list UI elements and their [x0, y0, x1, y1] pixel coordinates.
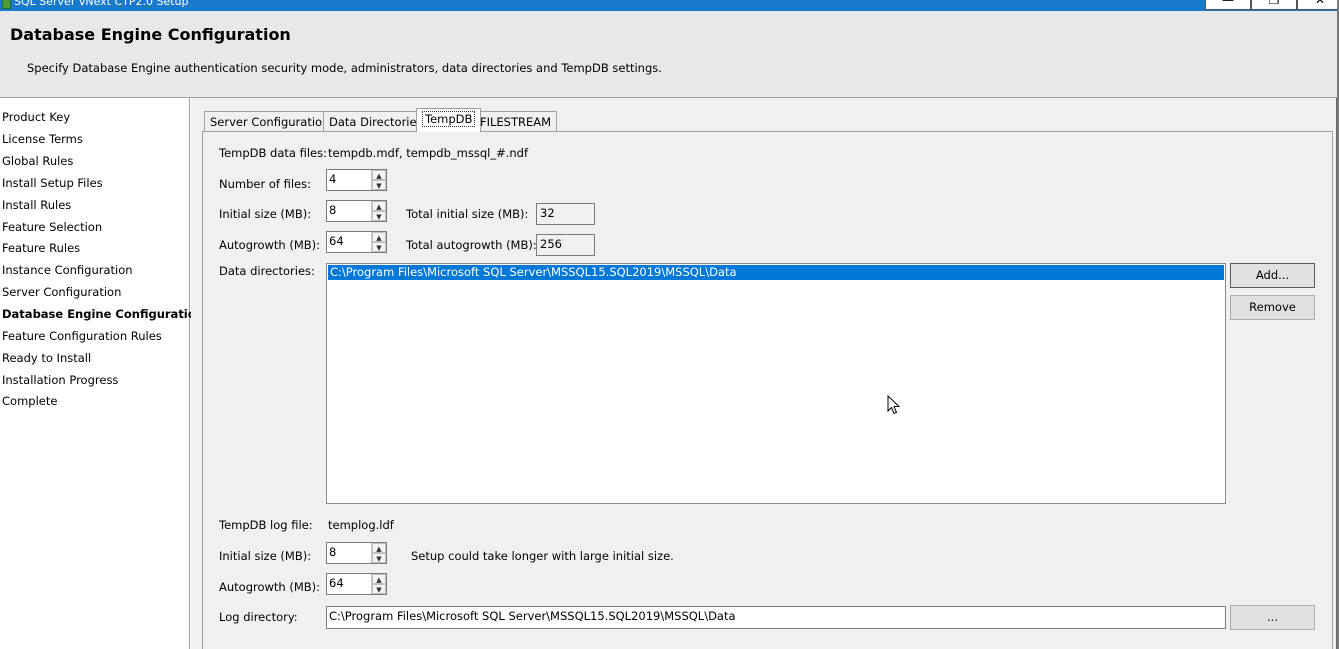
data-directories-label: Data directories: [219, 264, 315, 278]
restore-button[interactable]: ❐ [1251, 0, 1297, 10]
spin-down-icon[interactable]: ▼ [372, 553, 386, 563]
log-directory-label: Log directory: [219, 610, 298, 624]
spin-up-icon[interactable]: ▲ [372, 170, 386, 180]
app-icon [2, 0, 11, 9]
spinner-arrows: ▲ ▼ [371, 170, 386, 190]
log-size-warning: Setup could take longer with large initi… [411, 549, 674, 563]
list-item[interactable]: C:\Program Files\Microsoft SQL Server\MS… [328, 265, 1224, 280]
spin-down-icon[interactable]: ▼ [372, 584, 386, 594]
log-autogrowth-stepper[interactable]: 64 ▲ ▼ [326, 573, 387, 595]
step-ready-to-install[interactable]: Ready to Install [2, 351, 91, 365]
log-initial-size-label: Initial size (MB): [219, 549, 312, 563]
spin-up-icon[interactable]: ▲ [372, 232, 386, 242]
step-feature-selection[interactable]: Feature Selection [2, 220, 102, 234]
setup-steps-sidebar: Product Key License Terms Global Rules I… [0, 98, 204, 649]
step-install-rules[interactable]: Install Rules [2, 198, 71, 212]
step-complete[interactable]: Complete [2, 394, 57, 408]
tab-data-directories[interactable]: Data Directories [323, 111, 429, 132]
total-autogrowth-value: 256 [536, 234, 595, 256]
step-global-rules[interactable]: Global Rules [2, 154, 73, 168]
spin-down-icon[interactable]: ▼ [372, 180, 386, 190]
spinner-arrows: ▲ ▼ [371, 201, 386, 221]
initial-size-stepper[interactable]: 8 ▲ ▼ [326, 200, 387, 222]
minimize-button[interactable]: — [1205, 0, 1251, 10]
tab-label: FILESTREAM [480, 115, 552, 129]
autogrowth-stepper[interactable]: 64 ▲ ▼ [326, 231, 387, 253]
autogrowth-label: Autogrowth (MB): [219, 238, 321, 252]
step-instance-configuration[interactable]: Instance Configuration [2, 263, 133, 277]
close-button[interactable]: ✕ [1297, 0, 1339, 10]
number-of-files-stepper[interactable]: 4 ▲ ▼ [326, 169, 387, 191]
total-initial-size-value: 32 [536, 203, 595, 225]
log-autogrowth-label: Autogrowth (MB): [219, 580, 321, 594]
log-file-label: TempDB log file: [219, 518, 313, 532]
step-server-configuration[interactable]: Server Configuration [2, 285, 121, 299]
browse-log-directory-button[interactable]: ... [1230, 605, 1315, 630]
tab-label: Server Configuration [210, 115, 330, 129]
page-title: Database Engine Configuration [10, 25, 291, 44]
spinner-arrows: ▲ ▼ [371, 543, 386, 563]
tab-filestream[interactable]: FILESTREAM [474, 111, 558, 132]
spinner-arrows: ▲ ▼ [371, 574, 386, 594]
data-files-label: TempDB data files: [219, 146, 327, 160]
add-directory-button[interactable]: Add... [1230, 263, 1315, 288]
tab-tempdb[interactable]: TempDB [416, 108, 482, 132]
title-bar: SQL Server vNext CTP2.0 Setup — ❐ ✕ [0, 0, 1339, 11]
tab-label: TempDB [422, 111, 476, 127]
spin-up-icon[interactable]: ▲ [372, 543, 386, 553]
spinner-arrows: ▲ ▼ [371, 232, 386, 252]
step-feature-rules[interactable]: Feature Rules [2, 241, 80, 255]
step-install-setup-files[interactable]: Install Setup Files [2, 176, 103, 190]
log-initial-size-stepper[interactable]: 8 ▲ ▼ [326, 542, 387, 564]
step-database-engine-configuration[interactable]: Database Engine Configuration [2, 307, 204, 321]
log-file-value: templog.ldf [328, 518, 394, 532]
spin-up-icon[interactable]: ▲ [372, 574, 386, 584]
remove-directory-button[interactable]: Remove [1230, 295, 1315, 320]
autogrowth-value: 64 [329, 234, 344, 248]
spin-up-icon[interactable]: ▲ [372, 201, 386, 211]
total-autogrowth-label: Total autogrowth (MB): [406, 238, 537, 252]
step-product-key[interactable]: Product Key [2, 110, 70, 124]
total-initial-size-label: Total initial size (MB): [406, 207, 529, 221]
number-of-files-value: 4 [329, 172, 337, 186]
tab-server-configuration[interactable]: Server Configuration [204, 111, 336, 132]
window-title: SQL Server vNext CTP2.0 Setup [14, 0, 189, 8]
log-autogrowth-value: 64 [329, 576, 344, 590]
data-files-value: tempdb.mdf, tempdb_mssql_#.ndf [328, 146, 528, 160]
data-directories-list[interactable]: C:\Program Files\Microsoft SQL Server\MS… [326, 263, 1226, 504]
spin-down-icon[interactable]: ▼ [372, 211, 386, 221]
number-of-files-label: Number of files: [219, 177, 311, 191]
initial-size-value: 8 [329, 203, 337, 217]
spin-down-icon[interactable]: ▼ [372, 242, 386, 252]
step-installation-progress[interactable]: Installation Progress [2, 373, 118, 387]
mouse-cursor-icon [887, 395, 901, 415]
page-header: Database Engine Configuration Specify Da… [0, 11, 1339, 98]
initial-size-label: Initial size (MB): [219, 207, 312, 221]
log-initial-size-value: 8 [329, 545, 337, 559]
tab-label: Data Directories [329, 115, 423, 129]
step-feature-configuration-rules[interactable]: Feature Configuration Rules [2, 329, 162, 343]
page-subtitle: Specify Database Engine authentication s… [27, 61, 662, 75]
log-directory-field[interactable]: C:\Program Files\Microsoft SQL Server\MS… [326, 606, 1226, 629]
step-license-terms[interactable]: License Terms [2, 132, 83, 146]
